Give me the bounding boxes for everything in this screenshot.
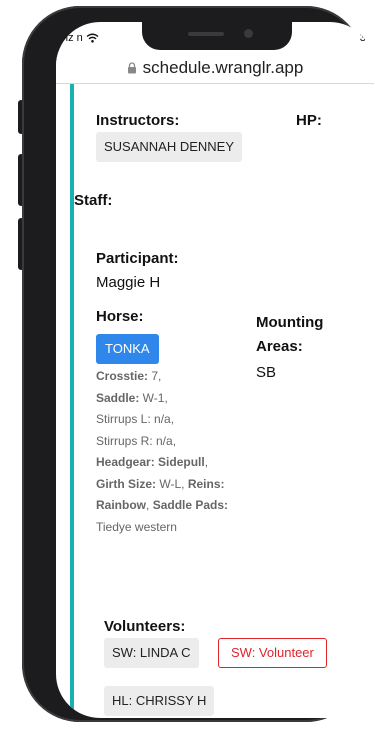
mounting-area-value: SB [256,364,277,381]
staff-label: Staff: [74,192,113,209]
tack-value-girth: W-L, [156,476,185,491]
mounting-label-line2: Areas: [256,338,303,355]
phone-frame: riz n 37 schedule.wranglr.app Instructor… [22,6,374,722]
tack-value-crosstie: 7, [148,369,162,383]
instructors-label: Instructors: [96,112,180,129]
tack-value-headgear: , [204,455,209,469]
lesson-card: Instructors: HP: SUSANNAH DENNEY Staff: … [56,84,374,718]
tack-key-crosstie: Crosstie: [96,369,149,383]
hp-label: HP: [296,112,322,129]
status-bar-left: riz n [62,32,99,44]
tack-value-reins: , [146,498,150,512]
tack-value-stirrups-right: Stirrups R: n/a, [96,433,177,448]
tack-key-saddle: Saddle: [96,390,140,405]
tack-details: Crosstie: 7, Saddle: W-1, Stirrups L: n/… [96,366,238,538]
participant-name: Maggie H [96,274,161,291]
phone-screen: riz n 37 schedule.wranglr.app Instructor… [56,22,374,718]
tack-value-saddle-pads: Tiedye western [96,519,177,534]
tack-key-saddle-pads: Saddle Pads: [152,498,229,512]
wifi-icon [86,33,99,43]
tack-value-saddle: W-1, [139,390,168,405]
instructor-chip[interactable]: SUSANNAH DENNEY [96,132,243,162]
browser-url-bar[interactable]: schedule.wranglr.app [56,52,374,84]
tack-key-headgear: Headgear: Sidepull [96,455,205,469]
phone-notch [142,22,292,50]
participant-label: Participant: [96,250,179,267]
volunteer-chip-sidewalker-1[interactable]: SW: LINDA C [104,638,199,668]
horse-label: Horse: [96,308,144,325]
battery-text: 37 [359,32,372,44]
horse-chip[interactable]: TONKA [96,334,159,364]
mounting-label-line1: Mounting [256,314,324,331]
volunteers-label: Volunteers: [104,618,186,635]
volunteer-chip-horse-leader[interactable]: HL: CHRISSY H [104,686,215,716]
url-text: schedule.wranglr.app [142,57,304,77]
tack-key-girth: Girth Size: [96,476,157,491]
lock-icon [127,61,136,73]
camera-dot [244,29,253,38]
volunteer-chip-sidewalker-unassigned[interactable]: SW: Volunteer [218,638,327,668]
speaker-grille [188,32,224,36]
tack-value-stirrups-left: Stirrups L: n/a, [96,412,175,426]
carrier-text: riz n [62,32,83,44]
